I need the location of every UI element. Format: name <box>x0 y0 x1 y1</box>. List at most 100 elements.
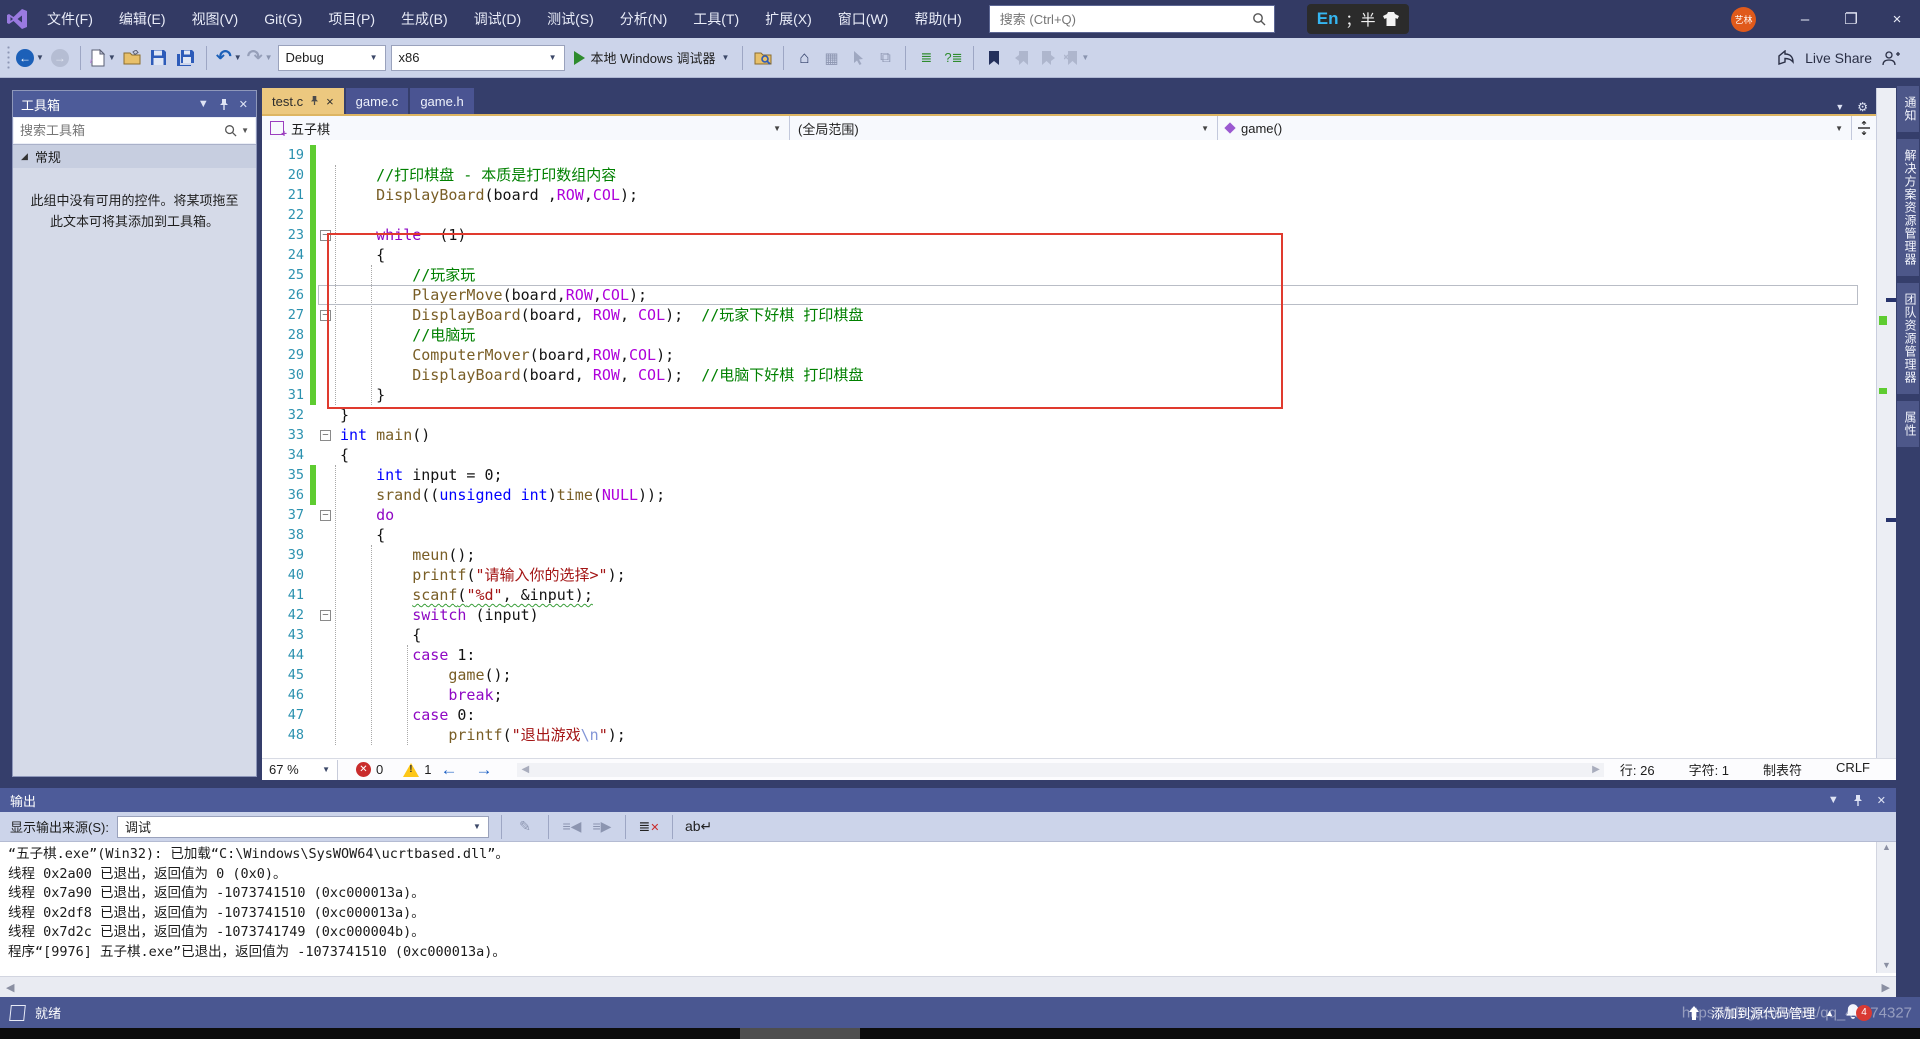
code-line[interactable]: 43 { <box>262 625 1876 645</box>
clear-bookmarks-button[interactable]: ▼ <box>1064 45 1089 71</box>
code-text[interactable]: { <box>340 625 421 645</box>
home-button[interactable]: ⌂ <box>793 45 815 71</box>
quick-search-input[interactable] <box>997 10 1252 28</box>
notifications-bell[interactable]: 4 <box>1844 1003 1872 1023</box>
project-dropdown[interactable]: 五子棋 ▼ <box>262 116 790 140</box>
prev-bookmark-button[interactable] <box>1010 45 1032 71</box>
output-vertical-scrollbar[interactable]: ▲ ▼ <box>1876 842 1896 973</box>
attach-process-button[interactable] <box>752 45 774 71</box>
code-text[interactable]: do <box>340 505 394 525</box>
code-line[interactable]: 35 int input = 0; <box>262 465 1876 485</box>
window-position-icon[interactable]: ▼ <box>198 98 209 111</box>
scope-dropdown[interactable]: (全局范围) ▼ <box>790 116 1218 140</box>
code-line[interactable]: 37 – do <box>262 505 1876 525</box>
menu-item[interactable]: 窗口(W) <box>825 0 902 38</box>
toggle-bookmark-button[interactable] <box>983 45 1005 71</box>
code-text[interactable]: printf("请输入你的选择>"); <box>340 565 625 585</box>
add-to-source-control-button[interactable]: 添加到源代码管理 <box>1711 1003 1815 1022</box>
code-line[interactable]: 41 scanf("%d", &input); <box>262 585 1876 605</box>
code-text[interactable]: case 0: <box>340 705 475 725</box>
editor-vertical-scrollbar[interactable] <box>1876 88 1896 758</box>
code-line[interactable]: 38 { <box>262 525 1876 545</box>
scroll-left-icon[interactable]: ◀ <box>521 764 529 775</box>
chevron-down-icon[interactable]: ▼ <box>241 126 249 135</box>
chevron-up-icon[interactable]: ▲ <box>1825 1008 1834 1018</box>
restore-button[interactable]: ❐ <box>1828 0 1874 38</box>
navigate-forward-button[interactable]: → <box>49 45 71 71</box>
output-header[interactable]: 输出 ▼ ✕ <box>0 788 1896 812</box>
code-text[interactable]: DisplayBoard(board ,ROW,COL); <box>340 185 638 205</box>
code-text[interactable]: switch (input) <box>340 605 538 625</box>
editor-horizontal-scrollbar[interactable]: ◀ ▶ <box>517 762 1604 777</box>
open-file-button[interactable] <box>121 45 143 71</box>
code-line[interactable]: 40 printf("请输入你的选择>"); <box>262 565 1876 585</box>
menu-item[interactable]: 测试(S) <box>534 0 607 38</box>
tabs-indicator[interactable]: 制表符 <box>1763 760 1802 779</box>
navigate-forward-arrow[interactable]: → <box>475 760 492 780</box>
output-source-combo[interactable]: 调试 ▼ <box>116 815 489 838</box>
scroll-right-icon[interactable]: ▶ <box>1592 764 1600 775</box>
column-indicator[interactable]: 字符: 1 <box>1689 760 1729 779</box>
document-tab-game.c[interactable]: game.c <box>345 88 409 114</box>
code-text[interactable]: break; <box>340 685 502 705</box>
scroll-left-icon[interactable]: ◀ <box>6 981 14 994</box>
member-dropdown[interactable]: game() ▼ <box>1218 116 1851 140</box>
add-user-icon[interactable] <box>1882 50 1900 66</box>
solution-configuration-combo[interactable]: Debug ▼ <box>277 44 386 71</box>
code-text[interactable]: scanf("%d", &input); <box>340 585 593 605</box>
solution-platform-combo[interactable]: x86 ▼ <box>390 44 565 71</box>
quick-search-box[interactable] <box>988 5 1275 33</box>
menu-item[interactable]: 帮助(H) <box>901 0 974 38</box>
code-line[interactable]: 21 DisplayBoard(board ,ROW,COL); <box>262 185 1876 205</box>
ime-indicator[interactable]: En ；半 <box>1306 4 1409 34</box>
indent-button[interactable]: ≣ <box>915 45 937 71</box>
error-count[interactable]: 0 <box>376 762 383 777</box>
save-all-button[interactable] <box>175 45 197 71</box>
menu-item[interactable]: 编辑(E) <box>106 0 179 38</box>
next-message-icon[interactable]: ≡▶ <box>591 818 613 835</box>
save-button[interactable] <box>148 45 170 71</box>
close-icon[interactable]: × <box>326 94 334 109</box>
code-line[interactable]: 34 { <box>262 445 1876 465</box>
copy-button[interactable]: ⧉ <box>874 45 896 71</box>
word-wrap-icon[interactable]: ab↵ <box>685 818 712 835</box>
code-line[interactable]: 19 <box>262 145 1876 165</box>
menu-item[interactable]: 项目(P) <box>315 0 388 38</box>
code-line[interactable]: 44 case 1: <box>262 645 1876 665</box>
menu-item[interactable]: 扩展(X) <box>752 0 825 38</box>
toolbox-search-input[interactable] <box>14 118 219 143</box>
menu-item[interactable]: 视图(V) <box>179 0 252 38</box>
minimize-button[interactable]: – <box>1782 0 1828 38</box>
find-message-icon[interactable]: ✎ <box>514 818 536 835</box>
pin-icon[interactable] <box>219 98 229 110</box>
right-tab-解决方案资源管理器[interactable]: 解决方案资源管理器 <box>1897 139 1919 276</box>
code-text[interactable]: //打印棋盘 - 本质是打印数组内容 <box>340 165 616 185</box>
user-avatar[interactable]: 艺林 <box>1731 6 1756 32</box>
output-log[interactable]: “五子棋.exe”(Win32): 已加载“C:\Windows\SysWOW6… <box>0 842 1896 976</box>
fold-marker-icon[interactable]: – <box>320 610 331 621</box>
fold-marker-icon[interactable]: – <box>320 430 331 441</box>
code-text[interactable]: printf("退出游戏\n"); <box>340 725 625 745</box>
right-tab-团队资源管理器[interactable]: 团队资源管理器 <box>1897 283 1919 394</box>
next-bookmark-button[interactable] <box>1037 45 1059 71</box>
code-line[interactable]: 42 – switch (input) <box>262 605 1876 625</box>
toolbox-section-general[interactable]: ◢ 常规 <box>13 145 256 168</box>
code-text[interactable]: { <box>340 525 385 545</box>
toolbox-header[interactable]: 工具箱 ▼ ✕ <box>13 91 256 117</box>
pin-icon[interactable] <box>310 94 319 109</box>
menu-item[interactable]: 工具(T) <box>680 0 752 38</box>
publish-up-arrow-icon[interactable] <box>1687 1005 1701 1021</box>
code-line[interactable]: 46 break; <box>262 685 1876 705</box>
code-text[interactable]: meun(); <box>340 545 475 565</box>
zoom-level-combo[interactable]: 67 % ▼ <box>262 759 338 780</box>
document-tab-game.h[interactable]: game.h <box>410 88 474 114</box>
code-text[interactable]: int main() <box>340 425 430 445</box>
menu-item[interactable]: 文件(F) <box>34 0 106 38</box>
eol-indicator[interactable]: CRLF <box>1836 760 1870 779</box>
document-tab-test.c[interactable]: test.c × <box>262 88 344 114</box>
close-icon[interactable]: ✕ <box>1877 794 1886 807</box>
code-line[interactable]: 33 – int main() <box>262 425 1876 445</box>
scroll-right-icon[interactable]: ▶ <box>1882 981 1890 994</box>
code-text[interactable]: { <box>340 445 349 465</box>
gear-icon[interactable]: ⚙ <box>1857 100 1868 114</box>
